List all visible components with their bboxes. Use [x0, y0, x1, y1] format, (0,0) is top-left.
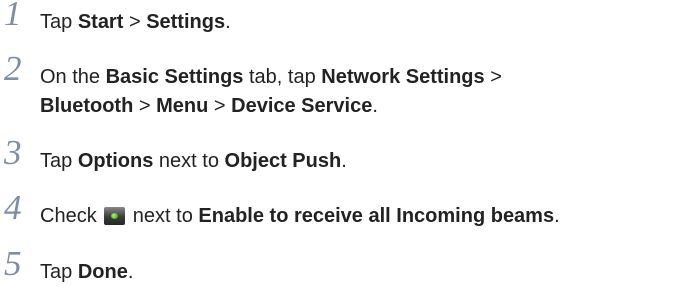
step-text-part: . — [372, 95, 378, 117]
menu-label-settings: Settings — [146, 11, 226, 33]
step-text-part: tab, tap — [243, 66, 322, 88]
step-text: Check next to Enable to receive all Inco… — [40, 202, 560, 231]
step-text-part: Tap — [40, 150, 78, 172]
tab-label-basic-settings: Basic Settings — [105, 66, 244, 88]
step-number: 4 — [4, 188, 22, 227]
step-text-part: > — [484, 66, 502, 88]
button-label-options: Options — [77, 150, 154, 172]
step-text-part: > — [123, 11, 147, 33]
step-text: Tap Options next to Object Push. — [40, 147, 347, 176]
step-text-part: . — [127, 261, 134, 283]
service-label-object-push: Object Push — [224, 150, 342, 172]
step-text: Tap Start > Settings. — [40, 8, 231, 37]
step-text: On the Basic Settings tab, tap Network S… — [40, 63, 502, 121]
step-text-part: Tap — [40, 11, 78, 33]
step-text: Tap Done. — [40, 258, 133, 287]
step-text-part: Check — [40, 205, 103, 227]
step-number: 3 — [4, 133, 22, 172]
step-text-part: > — [133, 95, 157, 117]
checkbox-icon — [104, 207, 126, 225]
instruction-steps: 1 Tap Start > Settings. 2 On the Basic S… — [0, 0, 697, 283]
step-text-part: next to — [127, 205, 199, 227]
step-number: 2 — [4, 49, 22, 88]
step-text-part: Tap — [40, 261, 78, 283]
menu-label-bluetooth: Bluetooth — [40, 95, 134, 117]
button-label-done: Done — [77, 261, 128, 283]
step-text-part: next to — [153, 150, 225, 172]
step-text-part: On the — [40, 66, 106, 88]
step-text-part: > — [208, 95, 232, 117]
step-text-part: . — [225, 11, 231, 33]
menu-label-start: Start — [77, 11, 124, 33]
step-number: 5 — [4, 244, 22, 283]
menu-label-menu: Menu — [156, 95, 209, 117]
step-text-part: . — [554, 205, 560, 227]
option-label-enable-receive-beams: Enable to receive all Incoming beams — [198, 205, 555, 227]
step-number: 1 — [4, 0, 22, 33]
step-text-part: . — [341, 150, 347, 172]
menu-label-device-service: Device Service — [231, 95, 373, 117]
menu-label-network-settings: Network Settings — [321, 66, 485, 88]
